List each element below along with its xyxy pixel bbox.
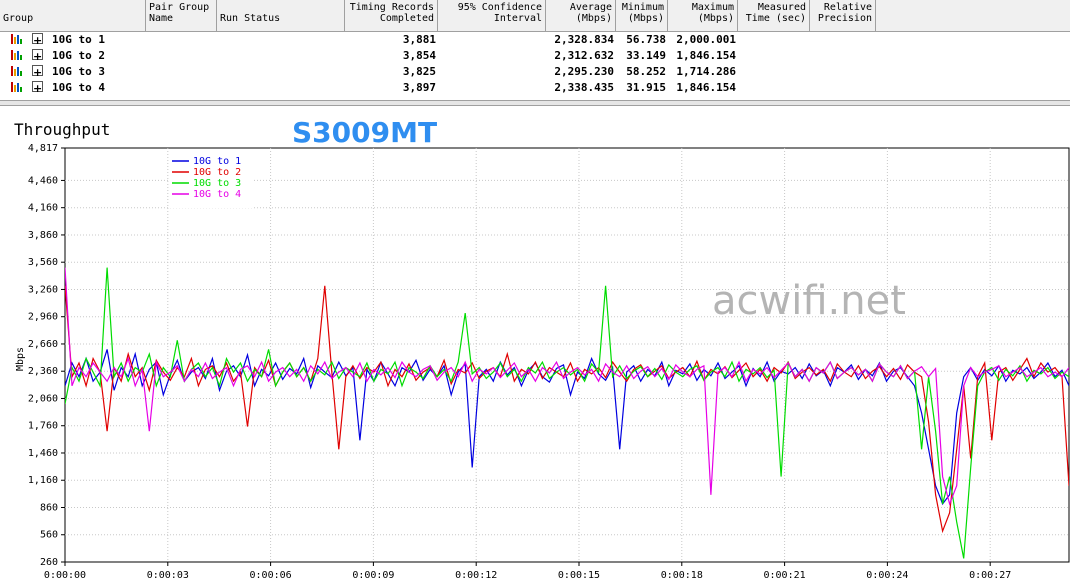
- expand-plus-icon[interactable]: +: [32, 33, 43, 47]
- cell-records: 3,854: [402, 49, 436, 62]
- y-tick-label: 560: [40, 530, 58, 541]
- table-row[interactable]: +10G to 1 3,881 2,328.834 56.738 2,000.001: [0, 32, 1070, 48]
- bar-chart-icon: [11, 49, 22, 60]
- y-tick-label: 860: [40, 502, 58, 513]
- cell-records: 3,897: [402, 81, 436, 94]
- column-header-mtime[interactable]: Measured Time (sec): [738, 0, 810, 31]
- y-tick-label: 2,960: [28, 312, 58, 323]
- column-header-pair[interactable]: Pair Group Name: [146, 0, 217, 31]
- cell-min: 33.149: [626, 49, 666, 62]
- x-tick-label: 0:00:24: [866, 570, 908, 581]
- watermark: acwifi.net: [712, 278, 906, 324]
- cell-min: 58.252: [626, 65, 666, 78]
- column-header-ci[interactable]: 95% Confidence Interval: [438, 0, 546, 31]
- group-name: 10G to 1: [52, 33, 105, 46]
- legend-entry: 10G to 1: [193, 156, 241, 167]
- y-tick-label: 4,160: [28, 203, 58, 214]
- y-tick-label: 3,560: [28, 257, 58, 268]
- y-axis-label: Mbps: [15, 347, 26, 371]
- cell-avg: 2,328.834: [554, 33, 614, 46]
- x-tick-label: 0:00:00: [44, 570, 86, 581]
- group-name: 10G to 2: [52, 49, 105, 62]
- column-header-status[interactable]: Run Status: [217, 0, 345, 31]
- y-tick-label: 4,817: [28, 143, 58, 154]
- cell-avg: 2,295.230: [554, 65, 614, 78]
- y-tick-label: 1,460: [28, 448, 58, 459]
- x-tick-label: 0:00:18: [661, 570, 703, 581]
- chart-title: Throughput: [14, 120, 110, 139]
- chart-legend: 10G to 110G to 210G to 310G to 4: [170, 154, 254, 208]
- y-tick-label: 2,360: [28, 366, 58, 377]
- x-tick-label: 0:00:15: [558, 570, 600, 581]
- legend-entry: 10G to 3: [193, 178, 241, 189]
- y-tick-label: 1,160: [28, 475, 58, 486]
- y-tick-label: 2,060: [28, 393, 58, 404]
- cell-avg: 2,338.435: [554, 81, 614, 94]
- y-tick-label: 4,460: [28, 175, 58, 186]
- expand-plus-icon[interactable]: +: [32, 49, 43, 63]
- cell-records: 3,881: [402, 33, 436, 46]
- y-tick-label: 260: [40, 557, 58, 568]
- group-name: 10G to 3: [52, 65, 105, 78]
- bar-chart-icon: [11, 65, 22, 76]
- x-tick-label: 0:00:12: [455, 570, 497, 581]
- cell-records: 3,825: [402, 65, 436, 78]
- cell-max: 1,846.154: [676, 49, 736, 62]
- y-tick-label: 3,260: [28, 284, 58, 295]
- cell-avg: 2,312.632: [554, 49, 614, 62]
- column-header-avg[interactable]: Average (Mbps): [546, 0, 616, 31]
- table-row[interactable]: +10G to 3 3,825 2,295.230 58.252 1,714.286: [0, 64, 1070, 80]
- column-header-group[interactable]: Group: [0, 0, 146, 31]
- y-tick-label: 2,660: [28, 339, 58, 350]
- expand-plus-icon[interactable]: +: [32, 81, 43, 95]
- throughput-chart: Throughput S3009MT 4,817 4,460 4,160 3,860 3…: [14, 116, 1070, 581]
- x-tick-label: 0:00:21: [764, 570, 806, 581]
- expand-plus-icon[interactable]: +: [32, 65, 43, 79]
- group-name: 10G to 4: [52, 81, 105, 94]
- device-caption: S3009MT: [292, 116, 437, 149]
- chart-grid: [61, 147, 1070, 566]
- bar-chart-icon: [11, 81, 22, 92]
- cell-max: 1,714.286: [676, 65, 736, 78]
- column-header-min[interactable]: Minimum (Mbps): [616, 0, 668, 31]
- y-tick-label: 3,860: [28, 230, 58, 241]
- cell-min: 56.738: [626, 33, 666, 46]
- legend-entry: 10G to 2: [193, 167, 241, 178]
- grid-header: Group Pair Group Name Run Status Timing Rec…: [0, 0, 1070, 32]
- results-grid: Group Pair Group Name Run Status Timing Rec…: [0, 0, 1070, 100]
- column-header-max[interactable]: Maximum (Mbps): [668, 0, 738, 31]
- x-tick-label: 0:00:03: [147, 570, 189, 581]
- x-tick-label: 0:00:06: [250, 570, 292, 581]
- cell-max: 1,846.154: [676, 81, 736, 94]
- table-row[interactable]: +10G to 4 3,897 2,338.435 31.915 1,846.154: [0, 80, 1070, 96]
- y-tick-label: 1,760: [28, 421, 58, 432]
- cell-min: 31.915: [626, 81, 666, 94]
- column-header-prec[interactable]: Relative Precision: [810, 0, 876, 31]
- x-tick-label: 0:00:27: [969, 570, 1011, 581]
- bar-chart-icon: [11, 33, 22, 44]
- table-row[interactable]: +10G to 2 3,854 2,312.632 33.149 1,846.154: [0, 48, 1070, 64]
- legend-entry: 10G to 4: [193, 189, 241, 200]
- x-tick-label: 0:00:09: [352, 570, 394, 581]
- column-header-records[interactable]: Timing Records Completed: [345, 0, 438, 31]
- cell-max: 2,000.001: [676, 33, 736, 46]
